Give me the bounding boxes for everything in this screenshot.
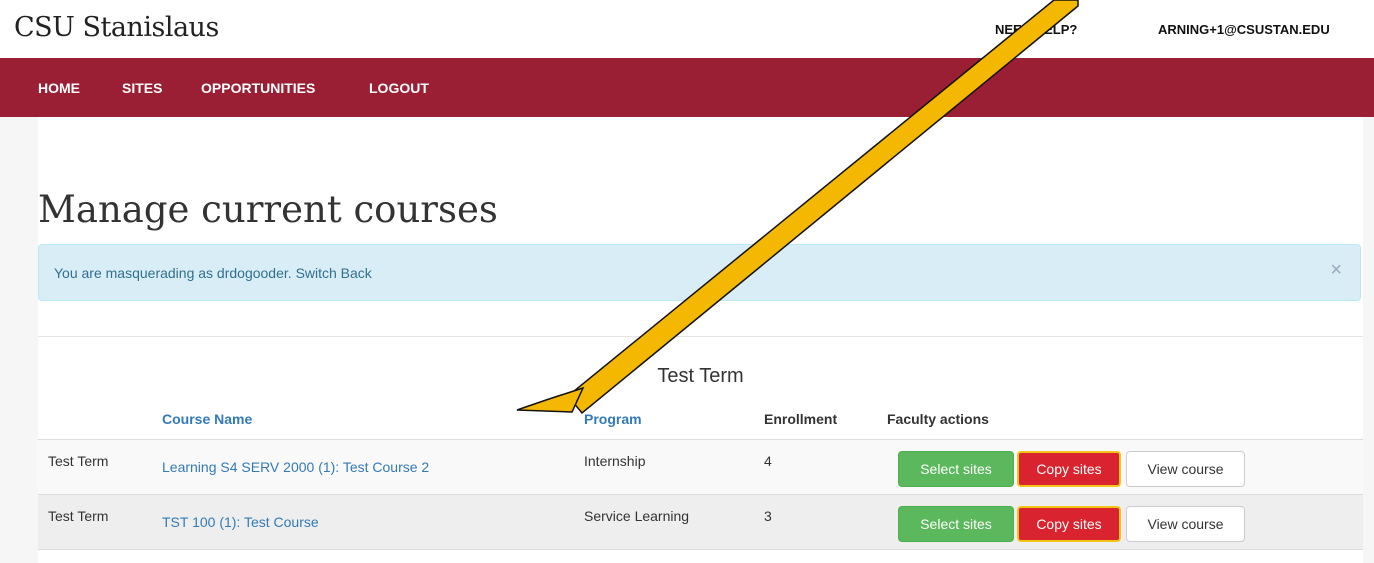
annotation-arrow-icon [516, 0, 1079, 415]
